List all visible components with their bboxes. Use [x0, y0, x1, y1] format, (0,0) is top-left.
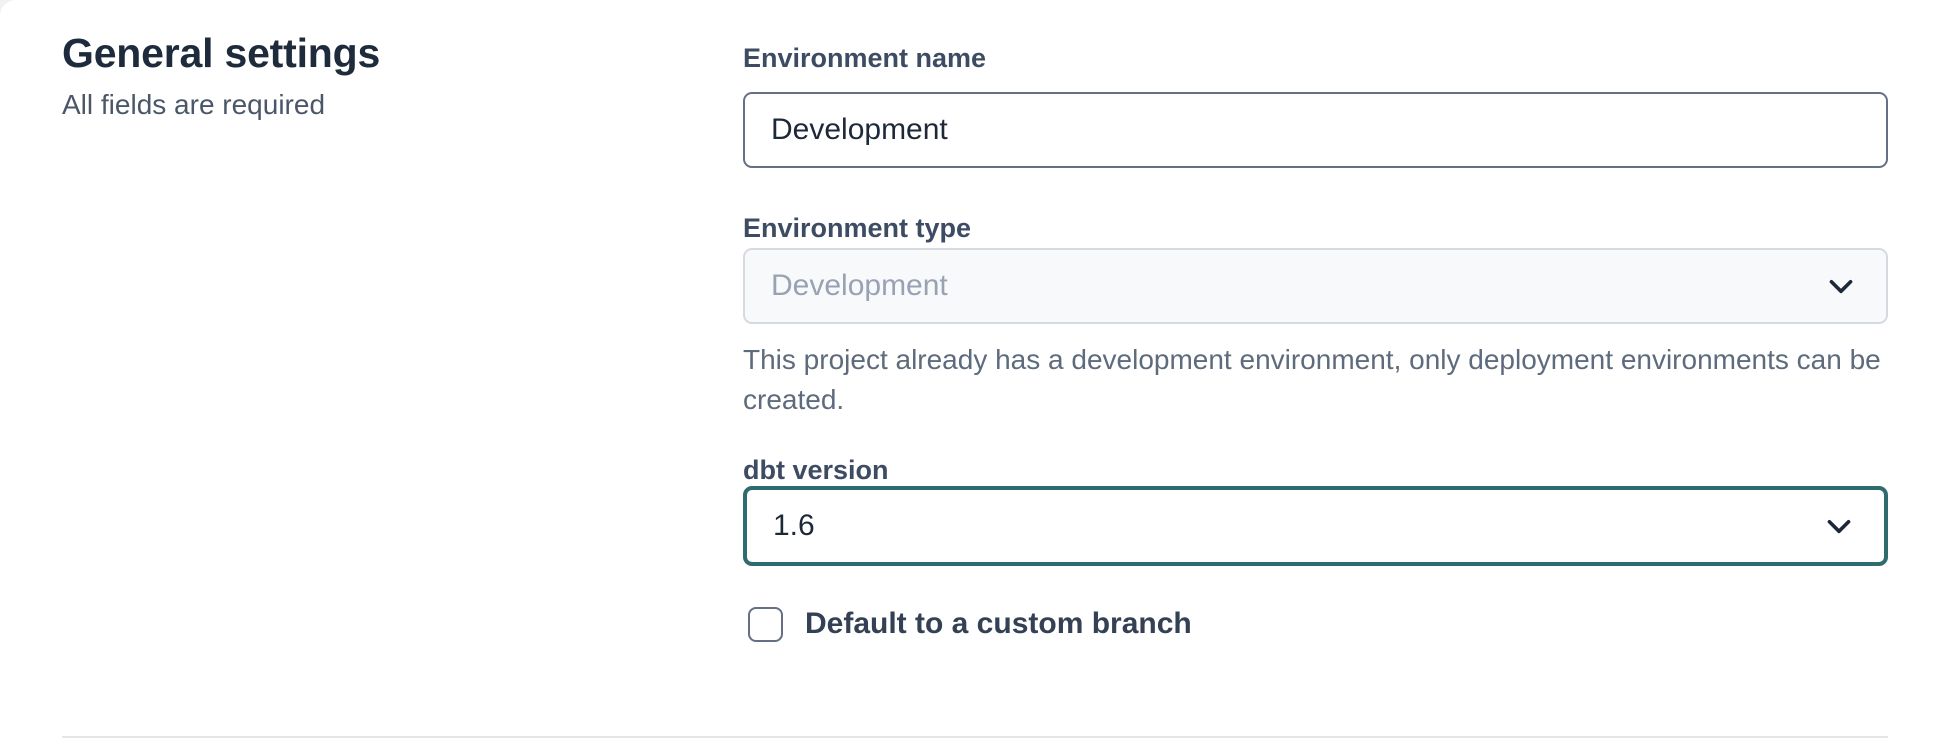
section-divider	[62, 736, 1888, 738]
environment-name-input[interactable]	[743, 92, 1888, 168]
environment-type-label: Environment type	[743, 212, 1888, 244]
environment-type-selected-value: Development	[771, 269, 948, 303]
settings-panel: General settings All fields are required…	[0, 0, 1958, 740]
section-intro: General settings All fields are required	[62, 30, 622, 124]
dbt-version-label: dbt version	[743, 454, 1888, 486]
page-title: General settings	[62, 30, 622, 77]
environment-type-helper-text: This project already has a development e…	[743, 340, 1888, 420]
general-settings-form: Environment name Environment type Develo…	[743, 42, 1888, 642]
environment-type-select[interactable]: Development	[743, 248, 1888, 324]
custom-branch-checkbox[interactable]	[748, 607, 783, 642]
environment-name-label: Environment name	[743, 42, 1888, 74]
chevron-down-icon	[1824, 269, 1858, 303]
dbt-version-selected-value: 1.6	[773, 509, 815, 543]
dbt-version-select[interactable]: 1.6	[743, 486, 1888, 566]
custom-branch-checkbox-row[interactable]: Default to a custom branch	[748, 606, 1888, 642]
custom-branch-checkbox-label: Default to a custom branch	[805, 606, 1192, 642]
page-subtitle: All fields are required	[62, 87, 622, 123]
chevron-down-icon	[1822, 509, 1856, 543]
